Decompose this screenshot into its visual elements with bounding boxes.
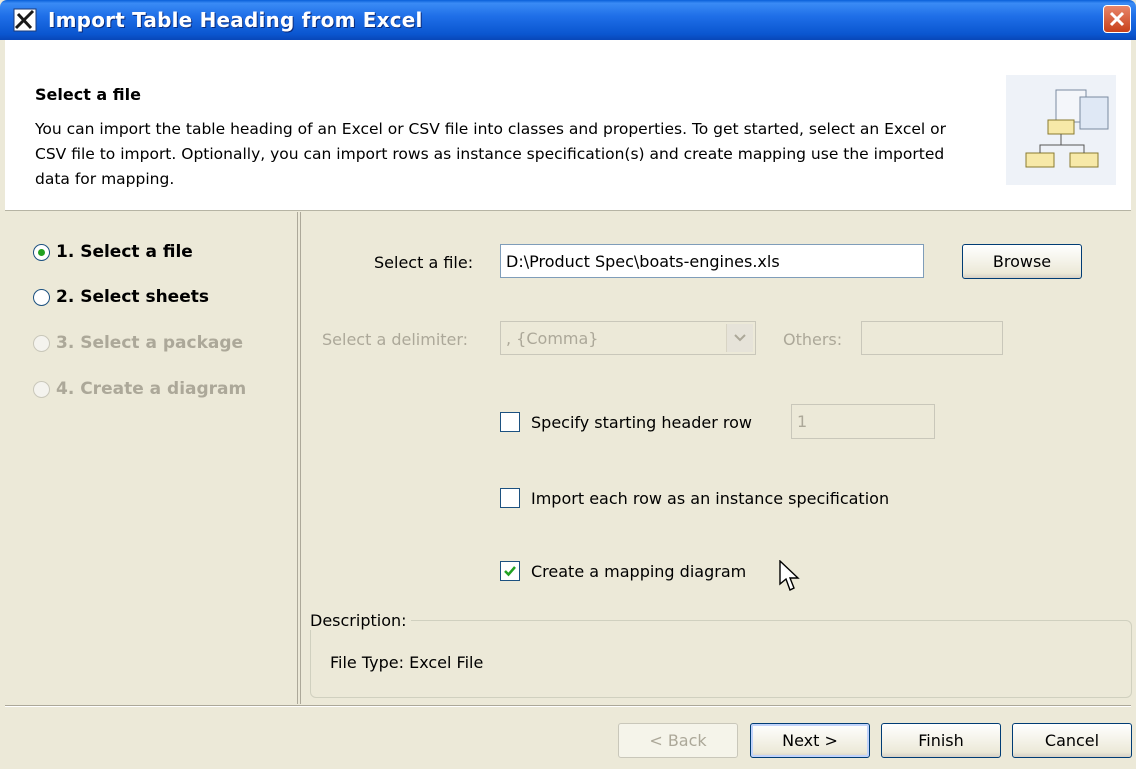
file-label: Select a file: bbox=[374, 253, 474, 272]
file-path-input[interactable]: D:\Product Spec\boats-engines.xls bbox=[500, 244, 924, 278]
step-current-radio bbox=[33, 243, 50, 261]
step-label: 1. Select a file bbox=[56, 242, 193, 262]
window-title: Import Table Heading from Excel bbox=[48, 8, 423, 32]
step-label: 3. Select a package bbox=[56, 333, 244, 353]
instance-checkbox[interactable] bbox=[500, 488, 520, 508]
panel-divider[interactable] bbox=[297, 212, 301, 704]
delimiter-select: , {Comma} bbox=[500, 321, 756, 355]
step-label: 2. Select sheets bbox=[56, 287, 209, 307]
dropdown-arrow bbox=[726, 324, 753, 352]
header-description: You can import the table heading of an E… bbox=[35, 120, 946, 188]
step-radio bbox=[33, 288, 50, 306]
close-button[interactable] bbox=[1103, 5, 1131, 33]
step-label: 4. Create a diagram bbox=[56, 379, 247, 399]
description-text: File Type: Excel File bbox=[330, 653, 484, 672]
mapping-label[interactable]: Create a mapping diagram bbox=[531, 562, 746, 581]
step-select-package: 3. Select a package bbox=[33, 331, 243, 355]
description-legend: Description: bbox=[310, 611, 411, 630]
back-button: < Back bbox=[618, 723, 738, 758]
header-title: Select a file bbox=[35, 85, 141, 104]
dropdown-arrow-icon bbox=[734, 334, 746, 342]
mouse-cursor-icon bbox=[779, 560, 800, 591]
steps-panel: 1. Select a file 2. Select sheets 3. Sel… bbox=[5, 212, 295, 704]
delimiter-label: Select a delimiter: bbox=[322, 330, 469, 349]
delimiter-value: , {Comma} bbox=[506, 328, 599, 348]
instance-label[interactable]: Import each row as an instance specifica… bbox=[531, 489, 889, 508]
checkmark-icon bbox=[504, 566, 516, 577]
finish-button[interactable]: Finish bbox=[881, 723, 1001, 758]
footer-divider bbox=[5, 705, 1131, 707]
header-row-label[interactable]: Specify starting header row bbox=[531, 413, 752, 432]
step-radio bbox=[33, 334, 50, 352]
others-input bbox=[861, 321, 1003, 355]
close-icon bbox=[1109, 11, 1125, 27]
mapping-checkbox[interactable] bbox=[500, 561, 520, 581]
step-select-sheets[interactable]: 2. Select sheets bbox=[33, 285, 209, 309]
step-radio bbox=[33, 380, 50, 398]
wizard-illustration-icon bbox=[1006, 75, 1116, 185]
others-label: Others: bbox=[783, 330, 843, 349]
next-button[interactable]: Next > bbox=[750, 723, 870, 758]
cancel-button[interactable]: Cancel bbox=[1012, 723, 1132, 758]
step-select-file[interactable]: 1. Select a file bbox=[33, 240, 193, 264]
app-icon bbox=[13, 8, 37, 32]
browse-button[interactable]: Browse bbox=[962, 244, 1082, 279]
header-row-input: 1 bbox=[791, 404, 935, 439]
step-create-diagram: 4. Create a diagram bbox=[33, 377, 246, 401]
wizard-header: Select a file You can import the table h… bbox=[5, 40, 1131, 211]
header-row-checkbox[interactable] bbox=[500, 412, 520, 432]
title-bar[interactable]: Import Table Heading from Excel bbox=[0, 0, 1136, 40]
